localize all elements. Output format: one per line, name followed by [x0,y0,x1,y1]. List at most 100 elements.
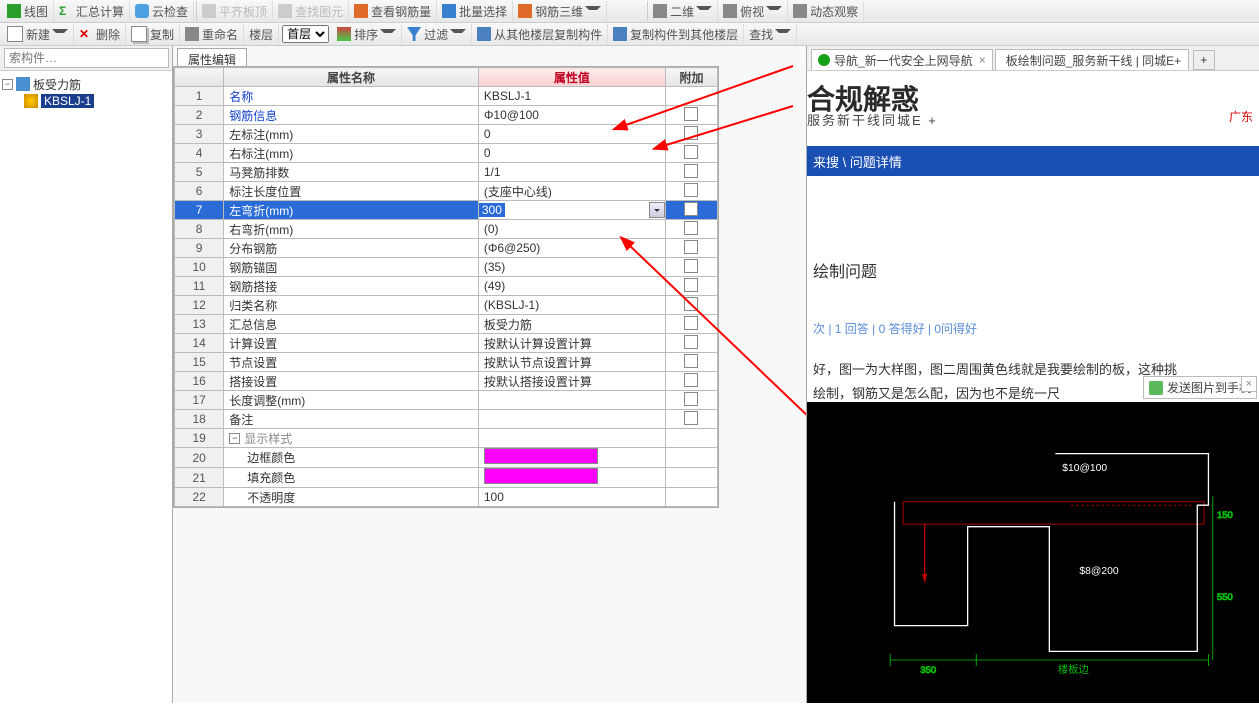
prop-extra[interactable] [665,239,717,258]
prop-value[interactable]: 按默认计算设置计算 [478,334,665,353]
prop-value[interactable] [478,448,665,468]
prop-value[interactable]: 0 [478,125,665,144]
prop-value[interactable]: 1/1 [478,163,665,182]
prop-value[interactable]: (0) [478,220,665,239]
send-to-phone[interactable]: 发送图片到手机 × [1143,376,1257,399]
checkbox[interactable] [684,373,698,387]
checkbox[interactable] [684,183,698,197]
prop-value[interactable]: Φ10@100 [478,106,665,125]
prop-extra[interactable] [665,315,717,334]
prop-row-17[interactable]: 17长度调整(mm) [175,391,718,410]
checkbox[interactable] [684,411,698,425]
close-icon[interactable]: × [979,53,986,67]
prop-extra[interactable] [665,410,717,429]
copy-button[interactable]: 复制 [126,24,180,44]
prop-extra[interactable] [665,334,717,353]
tb1-7[interactable]: 批量选择 [437,1,513,21]
tb1-12[interactable]: 动态观察 [788,1,864,21]
checkbox[interactable] [684,297,698,311]
prop-row-15[interactable]: 15节点设置按默认节点设置计算 [175,353,718,372]
filter-button[interactable]: 过滤 [402,24,472,44]
prop-row-21[interactable]: 21填充颜色 [175,468,718,488]
prop-row-19[interactable]: 19−显示样式 [175,429,718,448]
browser-tab-0[interactable]: 导航_新一代安全上网导航 × [811,49,993,70]
tb1-8[interactable]: 钢筋三维 [513,1,607,21]
checkbox[interactable] [684,240,698,254]
prop-value[interactable]: 按默认节点设置计算 [478,353,665,372]
prop-row-12[interactable]: 12归类名称(KBSLJ-1) [175,296,718,315]
prop-row-2[interactable]: 2钢筋信息Φ10@100 [175,106,718,125]
tree-toggle-icon[interactable]: − [2,79,13,90]
prop-extra[interactable] [665,277,717,296]
prop-row-3[interactable]: 3左标注(mm)0 [175,125,718,144]
layer-select[interactable]: 首层 [282,25,329,43]
new-tab-button[interactable]: + [1193,50,1215,70]
prop-value[interactable] [478,391,665,410]
prop-value[interactable] [478,429,665,448]
prop-value[interactable]: (49) [478,277,665,296]
checkbox[interactable] [684,278,698,292]
copy-to-button[interactable]: 复制构件到其他楼层 [608,24,744,44]
find-button[interactable]: 查找 [744,24,797,44]
prop-value[interactable]: 按默认搭接设置计算 [478,372,665,391]
prop-value[interactable] [478,410,665,429]
checkbox[interactable] [684,392,698,406]
checkbox[interactable] [684,202,698,216]
tb1-2[interactable]: 云检查 [130,1,194,21]
prop-extra[interactable] [665,220,717,239]
prop-row-11[interactable]: 11钢筋搭接(49) [175,277,718,296]
color-swatch[interactable] [484,448,598,464]
search-input[interactable] [4,48,169,68]
prop-extra[interactable] [665,106,717,125]
close-icon[interactable]: × [1187,53,1189,67]
checkbox[interactable] [684,221,698,235]
checkbox[interactable] [684,316,698,330]
prop-row-1[interactable]: 1名称KBSLJ-1 [175,87,718,106]
prop-extra[interactable] [665,182,717,201]
tb1-5[interactable]: 查找图元 [273,1,349,21]
color-swatch[interactable] [484,468,598,484]
new-button[interactable]: 新建 [2,24,74,44]
prop-extra[interactable] [665,429,717,448]
close-icon[interactable]: × [1241,376,1257,392]
prop-extra[interactable] [665,87,717,106]
checkbox[interactable] [684,164,698,178]
prop-row-6[interactable]: 6标注长度位置(支座中心线) [175,182,718,201]
rename-button[interactable]: 重命名 [180,24,244,44]
prop-row-5[interactable]: 5马凳筋排数1/1 [175,163,718,182]
tree-root[interactable]: − 板受力筋 [2,76,170,92]
prop-value[interactable]: 100 [478,488,665,507]
prop-extra[interactable] [665,372,717,391]
prop-extra[interactable] [665,448,717,468]
prop-value[interactable] [478,468,665,488]
dropdown-icon[interactable] [649,202,665,218]
prop-extra[interactable] [665,144,717,163]
prop-extra[interactable] [665,488,717,507]
checkbox[interactable] [684,259,698,273]
prop-value[interactable]: KBSLJ-1 [478,87,665,106]
prop-value[interactable]: 板受力筋 [478,315,665,334]
prop-row-16[interactable]: 16搭接设置按默认搭接设置计算 [175,372,718,391]
tree-child[interactable]: KBSLJ-1 [2,93,170,109]
tb1-11[interactable]: 俯视 [718,1,788,21]
prop-extra[interactable] [665,391,717,410]
prop-extra[interactable] [665,296,717,315]
prop-row-22[interactable]: 22不透明度100 [175,488,718,507]
prop-extra[interactable] [665,125,717,144]
prop-extra[interactable] [665,468,717,488]
checkbox[interactable] [684,126,698,140]
prop-row-4[interactable]: 4右标注(mm)0 [175,144,718,163]
tb1-0[interactable]: 线图 [2,1,54,21]
prop-value[interactable]: (支座中心线) [478,182,665,201]
browser-tab-1[interactable]: 板绘制问题_服务新干线 | 同城E+ × [995,49,1189,70]
prop-row-18[interactable]: 18备注 [175,410,718,429]
tb1-1[interactable]: Σ汇总计算 [54,1,130,21]
prop-extra[interactable] [665,163,717,182]
prop-row-20[interactable]: 20边框颜色 [175,448,718,468]
checkbox[interactable] [684,107,698,121]
sort-button[interactable]: 排序 [332,24,402,44]
prop-extra[interactable] [665,258,717,277]
copy-from-button[interactable]: 从其他楼层复制构件 [472,24,608,44]
checkbox[interactable] [684,145,698,159]
checkbox[interactable] [684,354,698,368]
